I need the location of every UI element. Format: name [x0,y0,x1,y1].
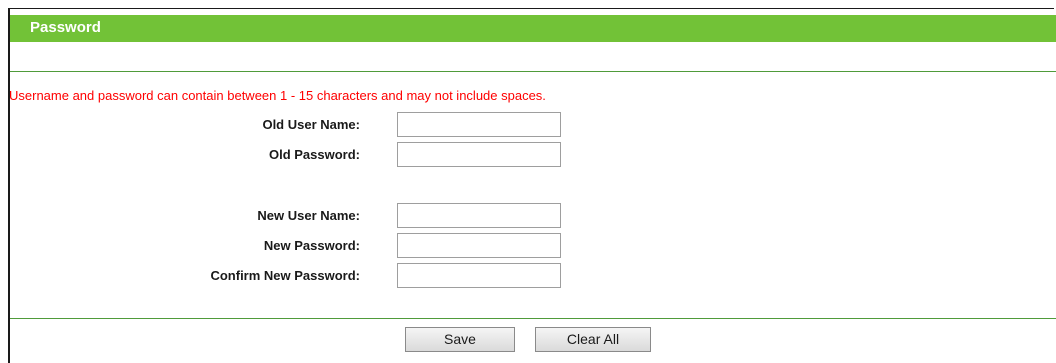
top-divider [10,71,1056,72]
old-password-input[interactable] [397,142,561,167]
confirm-new-password-input[interactable] [397,263,561,288]
section-title: Password [30,19,101,36]
old-user-name-label: Old User Name: [262,117,360,132]
old-password-label: Old Password: [268,147,360,162]
section-header: Password [10,15,1056,42]
bottom-divider [10,318,1056,319]
new-user-name-label: New User Name: [257,208,360,223]
page-frame [8,8,1054,363]
save-button[interactable]: Save [405,327,515,352]
clear-all-button[interactable]: Clear All [535,327,651,352]
new-password-label: New Password: [263,238,360,253]
new-user-name-input[interactable] [397,203,561,228]
confirm-new-password-label: Confirm New Password: [210,268,360,283]
new-password-input[interactable] [397,233,561,258]
password-rules-notice: Username and password can contain betwee… [9,88,546,103]
old-user-name-input[interactable] [397,112,561,137]
